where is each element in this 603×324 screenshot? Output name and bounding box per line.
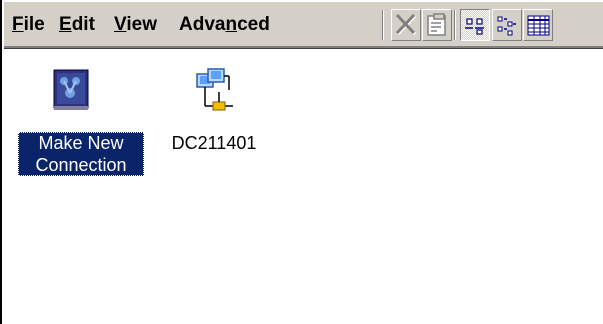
list-item-dc211401[interactable]: DC211401 [159,68,269,168]
connections-window: File Edit View Advanced Make New Connect… [0,0,603,324]
list-item-label: Make New Connection [18,132,144,176]
details-view-icon [527,15,550,36]
menu-edit[interactable]: Edit [59,14,95,36]
large-icons-view-icon [465,18,484,35]
list-item-label-line: Make New [38,133,124,153]
list-item-label-line: Connection [35,155,127,175]
small-icons-view-button[interactable] [492,9,522,41]
list-item-make-new-connection[interactable]: Make New Connection [18,68,146,188]
menu-view[interactable]: View [114,14,157,36]
delete-button[interactable] [391,9,421,41]
connections-list-view[interactable]: Make New Connection DC211401 [4,49,603,324]
delete-x-icon [395,13,417,36]
properties-icon [427,13,446,36]
menu-advanced[interactable]: Advanced [179,14,270,36]
list-item-label: DC211401 [159,132,269,154]
properties-button[interactable] [422,9,452,41]
toolbar-separator [454,10,456,40]
menu-toolbar: File Edit View Advanced [4,0,603,46]
make-new-connection-icon [53,69,89,110]
small-icons-view-icon [497,16,516,36]
details-view-button[interactable] [523,9,553,41]
list-item-label-line: DC211401 [171,133,257,153]
menu-file[interactable]: File [12,14,45,36]
toolbar-separator [382,10,384,40]
large-icons-view-button[interactable] [460,9,490,41]
network-connection-icon [196,68,233,111]
